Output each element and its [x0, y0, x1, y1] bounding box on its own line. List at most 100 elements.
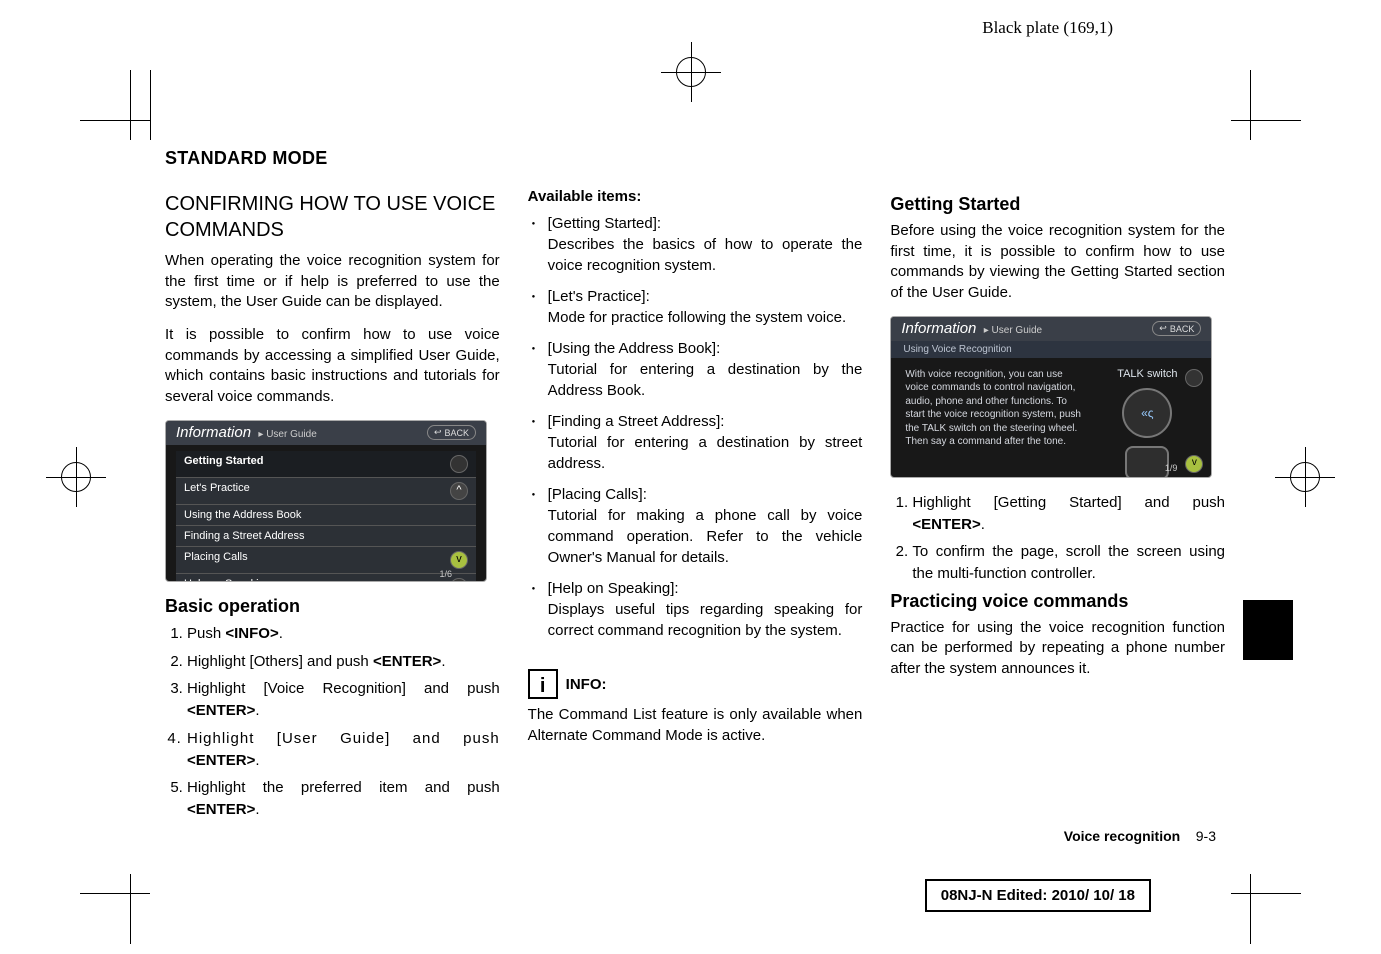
column-1: STANDARD MODE CONFIRMING HOW TO USE VOIC…	[165, 148, 500, 827]
crop-mark-bottom-left	[80, 874, 150, 944]
screenshot-title-main: Information	[901, 320, 976, 337]
steps-list: Push <INFO>. Highlight [Others] and push…	[165, 623, 500, 821]
item-title: [Getting Started]:	[548, 215, 661, 232]
item-desc: Tutorial for entering a destination by t…	[548, 361, 863, 399]
screenshot-title-main: Information	[176, 424, 251, 441]
screenshot-header: Information ▸ User Guide ↩BACK	[891, 317, 1211, 341]
list-item[interactable]: Using the Address Book	[176, 504, 476, 525]
paragraph: Before using the voice recognition syste…	[890, 221, 1225, 304]
item-title: [Finding a Street Address]:	[548, 413, 725, 430]
step-item: Highlight [User Guide] and push <ENTER>.	[187, 728, 500, 772]
item-title: [Help on Speaking]:	[548, 580, 679, 597]
page-indicator: 1/9	[1165, 463, 1178, 473]
paragraph: Practice for using the voice recognition…	[890, 618, 1225, 680]
screenshot-user-guide-list: Information ▸ User Guide ↩BACK Getting S…	[165, 420, 487, 582]
content-columns: STANDARD MODE CONFIRMING HOW TO USE VOIC…	[165, 148, 1225, 827]
list-item: [Help on Speaking]:Displays useful tips …	[528, 578, 863, 641]
screenshot-breadcrumb: ▸ User Guide	[258, 429, 316, 440]
center-mark-left	[46, 447, 106, 507]
info-icon	[528, 669, 558, 699]
practicing-heading: Practicing voice commands	[890, 591, 1225, 612]
item-desc: Tutorial for entering a destination by s…	[548, 434, 863, 472]
scroll-down-icon[interactable]: v	[450, 551, 468, 569]
back-label: BACK	[444, 428, 469, 438]
item-desc: Tutorial for making a phone call by voic…	[548, 507, 863, 566]
page-indicator: 1/6	[439, 569, 452, 579]
list-item[interactable]: Help on Speaking	[176, 573, 476, 582]
available-items-list: [Getting Started]: Describes the basics o…	[528, 213, 863, 641]
list-item-label: Finding a Street Address	[184, 530, 304, 542]
step-item: Highlight the preferred item and push <E…	[187, 777, 500, 821]
step-item: To confirm the page, scroll the screen u…	[912, 541, 1225, 585]
screenshot-header: Information ▸ User Guide ↩BACK	[166, 421, 486, 445]
center-circle-icon	[676, 57, 706, 87]
info-label: INFO:	[566, 676, 607, 693]
steps-list: Highlight [Getting Started] and push <EN…	[890, 492, 1225, 585]
key-enter: <ENTER>	[373, 653, 441, 670]
item-title: [Let's Practice]:	[548, 288, 650, 305]
plate-label: Black plate (169,1)	[982, 18, 1113, 38]
crop-mark-top-right	[1231, 70, 1301, 140]
list-item[interactable]: Finding a Street Address	[176, 525, 476, 546]
item-title: [Using the Address Book]:	[548, 340, 721, 357]
paragraph: It is possible to confirm how to use voi…	[165, 325, 500, 408]
step-item: Push <INFO>.	[187, 623, 500, 645]
list-item-label: Getting Started	[184, 455, 263, 473]
list-item-label: Using the Address Book	[184, 509, 301, 521]
key-enter: <ENTER>	[912, 516, 980, 533]
crop-mark-bottom-right	[1231, 874, 1301, 944]
key-enter: <ENTER>	[187, 702, 255, 719]
info-callout: INFO:	[528, 669, 607, 699]
edition-note: 08NJ-N Edited: 2010/ 10/ 18	[925, 879, 1151, 912]
list-item[interactable]: Placing Calls v	[176, 546, 476, 573]
center-mark-right	[1275, 447, 1335, 507]
key-info: <INFO>	[225, 625, 278, 642]
available-items-heading: Available items:	[528, 188, 863, 205]
scroll-down-icon[interactable]: v	[1185, 455, 1203, 473]
scroll-knob-icon	[1185, 369, 1203, 387]
screenshot-list: Getting Started Let's Practice ^ Using th…	[166, 445, 486, 582]
center-circle-icon	[1290, 462, 1320, 492]
getting-started-heading: Getting Started	[890, 194, 1225, 215]
talk-switch-icon: «ς	[1122, 388, 1172, 438]
list-item-label: Placing Calls	[184, 551, 248, 569]
screenshot-text: With voice recognition, you can use voic…	[905, 368, 1085, 478]
steering-wheel-icon	[1125, 446, 1169, 478]
list-item-label: Let's Practice	[184, 482, 250, 500]
item-title: [Placing Calls]:	[548, 486, 647, 503]
scroll-knob-icon	[450, 578, 468, 582]
section-heading: CONFIRMING HOW TO USE VOICE COMMANDS	[165, 191, 500, 243]
back-button[interactable]: ↩BACK	[427, 425, 476, 440]
list-item: [Let's Practice]: Mode for practice follo…	[528, 286, 863, 328]
column-2: Available items: [Getting Started]: Descr…	[528, 148, 863, 827]
info-text: The Command List feature is only availab…	[528, 705, 863, 746]
screenshot-body: With voice recognition, you can use voic…	[891, 358, 1211, 478]
main-heading: STANDARD MODE	[165, 148, 500, 169]
screenshot-breadcrumb: ▸ User Guide	[984, 325, 1042, 336]
back-label: BACK	[1170, 324, 1195, 334]
scroll-knob-icon	[450, 455, 468, 473]
page: Black plate (169,1) STANDARD MODE CONFIR…	[0, 0, 1381, 954]
key-enter: <ENTER>	[187, 801, 255, 818]
item-desc: Mode for practice following the system v…	[548, 309, 846, 326]
column-3: Getting Started Before using the voice r…	[890, 148, 1225, 827]
crop-mark-top-left	[80, 70, 151, 140]
screenshot-title: Information ▸ User Guide	[176, 424, 317, 441]
section-tab	[1243, 600, 1293, 660]
list-item[interactable]: Let's Practice ^	[176, 477, 476, 504]
step-item: Highlight [Getting Started] and push <EN…	[912, 492, 1225, 536]
item-desc: Describes the basics of how to operate t…	[548, 236, 863, 274]
basic-operation-heading: Basic operation	[165, 596, 500, 617]
talk-switch-label: TALK switch	[1117, 368, 1177, 380]
screenshot-title: Information ▸ User Guide	[901, 320, 1042, 337]
footer-section: Voice recognition	[1064, 828, 1180, 844]
list-item: [Finding a Street Address]: Tutorial for …	[528, 411, 863, 474]
back-arrow-icon: ↩	[1159, 323, 1167, 334]
center-mark-top	[661, 42, 721, 102]
scroll-up-icon[interactable]: ^	[450, 482, 468, 500]
screenshot-getting-started: Information ▸ User Guide ↩BACK Using Voi…	[890, 316, 1212, 478]
list-item[interactable]: Getting Started	[176, 451, 476, 477]
key-enter: <ENTER>	[187, 752, 255, 769]
back-button[interactable]: ↩BACK	[1152, 321, 1201, 336]
list-item: [Using the Address Book]: Tutorial for en…	[528, 338, 863, 401]
